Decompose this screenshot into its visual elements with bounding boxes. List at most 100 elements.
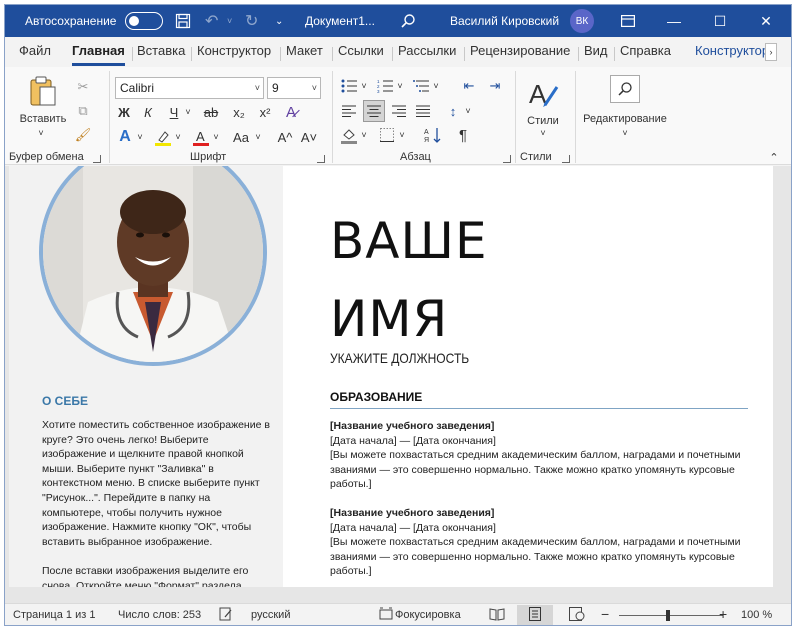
styles-dropdown-icon[interactable]: ˅ bbox=[535, 127, 551, 139]
change-case-button[interactable]: Aa bbox=[229, 127, 253, 147]
shading-icon[interactable] bbox=[339, 125, 359, 145]
undo-dropdown-icon[interactable]: ˅ bbox=[227, 5, 232, 37]
page-count[interactable]: Страница 1 из 1 bbox=[13, 609, 95, 621]
bullets-icon[interactable] bbox=[339, 77, 359, 95]
italic-button[interactable]: К bbox=[139, 103, 157, 121]
focus-icon[interactable] bbox=[379, 607, 393, 624]
increase-indent-icon[interactable]: ⇥ bbox=[485, 77, 505, 95]
align-center-icon[interactable] bbox=[363, 100, 385, 122]
multilevel-dropdown-icon[interactable]: ˅ bbox=[431, 77, 441, 95]
cut-icon[interactable]: ✂ bbox=[73, 77, 93, 97]
proofing-icon[interactable] bbox=[219, 607, 233, 624]
line-spacing-icon[interactable]: ↕ bbox=[443, 101, 463, 121]
bold-button[interactable]: Ж bbox=[115, 103, 133, 121]
tab-file[interactable]: Файл bbox=[19, 43, 51, 63]
group-separator bbox=[515, 71, 516, 163]
collapse-ribbon-icon[interactable]: ⌃ bbox=[767, 151, 781, 164]
show-marks-button[interactable]: ¶ bbox=[453, 125, 473, 145]
text-effects-dropdown-icon[interactable]: ˅ bbox=[135, 127, 145, 147]
paste-button-label[interactable]: Вставить bbox=[15, 111, 71, 127]
zoom-in-button[interactable]: + bbox=[719, 606, 727, 622]
web-layout-icon[interactable] bbox=[569, 607, 585, 624]
superscript-button[interactable]: x² bbox=[255, 103, 275, 121]
autosave-toggle[interactable] bbox=[125, 5, 163, 37]
numbering-icon[interactable]: 123 bbox=[375, 77, 395, 95]
grow-font-button[interactable]: A^ bbox=[275, 127, 295, 147]
ribbon-display-icon[interactable] bbox=[621, 5, 635, 37]
tabs-scroll-right-button[interactable]: › bbox=[765, 43, 777, 61]
tab-references[interactable]: Ссылки bbox=[338, 43, 384, 63]
shrink-font-button[interactable]: A˅ bbox=[299, 127, 319, 147]
save-icon[interactable] bbox=[175, 5, 191, 37]
read-mode-icon[interactable] bbox=[489, 607, 505, 624]
text-effects-icon[interactable]: A bbox=[115, 127, 135, 147]
user-avatar[interactable]: ВК bbox=[570, 5, 594, 37]
underline-button[interactable]: Ч bbox=[165, 103, 183, 121]
focus-mode-button[interactable]: Фокусировка bbox=[395, 609, 461, 621]
bullets-dropdown-icon[interactable]: ˅ bbox=[359, 77, 369, 95]
justify-icon[interactable] bbox=[413, 101, 433, 121]
redo-icon[interactable]: ↻ bbox=[245, 5, 258, 37]
highlight-dropdown-icon[interactable]: ˅ bbox=[173, 127, 183, 147]
align-right-icon[interactable] bbox=[389, 101, 409, 121]
subscript-button[interactable]: x₂ bbox=[229, 103, 249, 121]
font-color-icon[interactable]: A bbox=[191, 127, 211, 147]
editing-dropdown-icon[interactable]: ˅ bbox=[617, 127, 633, 139]
highlight-icon[interactable] bbox=[153, 127, 173, 147]
undo-icon[interactable]: ↶ bbox=[205, 5, 218, 37]
decrease-indent-icon[interactable]: ⇤ bbox=[459, 77, 479, 95]
styles-icon[interactable]: A bbox=[525, 75, 561, 111]
user-name[interactable]: Василий Кировский bbox=[450, 5, 559, 37]
search-icon[interactable] bbox=[400, 5, 416, 37]
customize-toolbar-icon[interactable]: ⌄ bbox=[275, 5, 283, 37]
clipboard-launcher-icon[interactable] bbox=[93, 155, 101, 163]
vertical-scrollbar[interactable] bbox=[773, 166, 791, 603]
font-color-dropdown-icon[interactable]: ˅ bbox=[211, 127, 221, 147]
format-painter-icon[interactable]: 🖌 bbox=[73, 125, 93, 145]
zoom-slider-thumb[interactable] bbox=[666, 610, 670, 621]
sort-icon[interactable]: AЯ bbox=[423, 125, 443, 145]
paste-dropdown-icon[interactable]: ˅ bbox=[33, 127, 49, 139]
zoom-out-button[interactable]: − bbox=[601, 606, 609, 622]
maximize-button[interactable]: ☐ bbox=[697, 5, 743, 37]
font-launcher-icon[interactable] bbox=[317, 155, 325, 163]
underline-dropdown-icon[interactable]: ˅ bbox=[183, 103, 193, 121]
align-left-icon[interactable] bbox=[339, 101, 359, 121]
word-count[interactable]: Число слов: 253 bbox=[118, 609, 201, 621]
tab-view[interactable]: Вид bbox=[584, 43, 608, 63]
close-button[interactable]: ✕ bbox=[743, 5, 789, 37]
editing-button-label[interactable]: Редактирование bbox=[579, 111, 671, 127]
language-indicator[interactable]: русский bbox=[251, 609, 290, 621]
tab-table-design[interactable]: Конструктор bbox=[695, 43, 769, 63]
numbering-dropdown-icon[interactable]: ˅ bbox=[395, 77, 405, 95]
borders-dropdown-icon[interactable]: ˅ bbox=[397, 125, 407, 145]
editing-search-icon[interactable] bbox=[610, 75, 640, 103]
tab-design[interactable]: Конструктор bbox=[197, 43, 271, 63]
zoom-slider[interactable] bbox=[619, 615, 723, 616]
paste-icon[interactable] bbox=[23, 73, 63, 109]
font-size-combo[interactable]: 9 ˅ bbox=[267, 77, 321, 99]
strikethrough-button[interactable]: ab bbox=[201, 103, 221, 121]
change-case-dropdown-icon[interactable]: ˅ bbox=[253, 127, 263, 147]
copy-icon[interactable]: ⧉ bbox=[73, 101, 93, 121]
print-layout-icon[interactable] bbox=[529, 607, 541, 624]
borders-icon[interactable] bbox=[377, 125, 397, 145]
clear-formatting-icon[interactable]: A̷ bbox=[281, 101, 301, 123]
tab-insert[interactable]: Вставка bbox=[137, 43, 185, 63]
styles-launcher-icon[interactable] bbox=[562, 155, 570, 163]
tab-review[interactable]: Рецензирование bbox=[470, 43, 570, 63]
shading-dropdown-icon[interactable]: ˅ bbox=[359, 125, 369, 145]
tab-help[interactable]: Справка bbox=[620, 43, 671, 63]
minimize-button[interactable]: — bbox=[651, 5, 697, 37]
tab-layout[interactable]: Макет bbox=[286, 43, 323, 63]
tab-home[interactable]: Главная bbox=[72, 43, 125, 66]
font-name-combo[interactable]: Calibri ˅ bbox=[115, 77, 264, 99]
zoom-level[interactable]: 100 % bbox=[741, 609, 772, 621]
tab-separator bbox=[578, 47, 579, 61]
tab-mailings[interactable]: Рассылки bbox=[398, 43, 456, 63]
paragraph-launcher-icon[interactable] bbox=[503, 155, 511, 163]
multilevel-list-icon[interactable] bbox=[411, 77, 431, 95]
line-spacing-dropdown-icon[interactable]: ˅ bbox=[463, 101, 473, 121]
document-page[interactable]: О СЕБЕ Хотите поместить собственное изоб… bbox=[9, 166, 773, 587]
profile-photo[interactable] bbox=[39, 166, 267, 366]
